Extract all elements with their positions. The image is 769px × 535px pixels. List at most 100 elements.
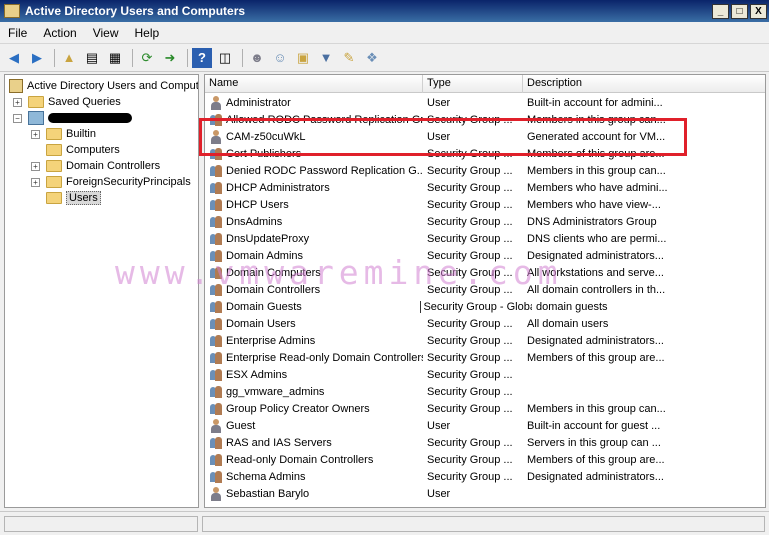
table-row[interactable]: DnsAdmins Security Group ... DNS Administr… <box>205 213 765 230</box>
table-row[interactable]: Read-only Domain Controllers Security Gro… <box>205 451 765 468</box>
table-row[interactable]: Domain Guests Security Group - Global doma… <box>205 298 765 315</box>
cell-type: Security Group ... <box>423 437 523 449</box>
back-icon[interactable]: ◀ <box>4 48 24 68</box>
tree-item-saved-queries[interactable]: + Saved Queries <box>13 94 121 110</box>
table-row[interactable]: RAS and IAS Servers Security Group ... Ser… <box>205 434 765 451</box>
table-row[interactable]: Group Policy Creator Owners Security Grou… <box>205 400 765 417</box>
expand-icon[interactable]: + <box>13 97 22 107</box>
table-row[interactable]: Enterprise Admins Security Group ... Desig… <box>205 332 765 349</box>
show-pane-icon[interactable]: ◫ <box>215 48 235 68</box>
cell-description: Members in this group can... <box>527 113 666 126</box>
cell-type: Security Group ... <box>423 233 523 245</box>
group-icon <box>209 266 223 280</box>
cell-name: RAS and IAS Servers <box>205 436 423 450</box>
row-type-label: Security Group ... <box>427 181 513 194</box>
table-row[interactable]: CAM-z50cuWkL User Generated account for VM… <box>205 128 765 145</box>
tree-item-domain-controllers[interactable]: + Domain Controllers <box>31 158 160 174</box>
console-tree-icon[interactable]: ▤ <box>82 48 102 68</box>
table-row[interactable]: Allowed RODC Password Replication Group S… <box>205 111 765 128</box>
menu-view[interactable]: View <box>85 26 127 40</box>
user-icon <box>209 486 223 501</box>
expand-icon[interactable]: + <box>31 161 40 171</box>
table-row[interactable]: Denied RODC Password Replication G... Sec… <box>205 162 765 179</box>
row-type-label: Security Group ... <box>427 283 513 296</box>
cell-description: All domain users <box>527 317 609 330</box>
group-icon <box>209 300 223 314</box>
expand-icon[interactable]: + <box>31 129 40 139</box>
minimize-button[interactable]: _ <box>712 3 729 19</box>
table-row[interactable]: Cert Publishers Security Group ... Members… <box>205 145 765 162</box>
tree-item-label: Saved Queries <box>48 96 121 108</box>
up-folder-icon[interactable]: ▲ <box>59 48 79 68</box>
menu-file[interactable]: File <box>0 26 35 40</box>
close-button[interactable]: X <box>750 3 767 19</box>
table-row[interactable]: Sebastian Barylo User <box>205 485 765 502</box>
forward-icon[interactable]: ▶ <box>27 48 47 68</box>
table-row[interactable]: Schema Admins Security Group ... Designate… <box>205 468 765 485</box>
folder-icon <box>46 128 62 140</box>
cell-type: Security Group ... <box>423 386 523 398</box>
tree-item-computers[interactable]: Computers <box>46 142 120 158</box>
folder-icon <box>28 96 44 108</box>
tree-item-domain[interactable]: − <box>13 110 132 126</box>
column-header-description[interactable]: Description <box>523 75 765 93</box>
cell-name: Cert Publishers <box>205 147 423 161</box>
row-type-label: Security Group ... <box>427 351 513 364</box>
table-row[interactable]: Domain Computers Security Group ... All wo… <box>205 264 765 281</box>
tree-item-foreign-security-principals[interactable]: + ForeignSecurityPrincipals <box>31 174 191 190</box>
table-row[interactable]: Administrator User Built-in account for ad… <box>205 94 765 111</box>
row-type-label: User <box>427 419 451 432</box>
console-tree[interactable]: Active Directory Users and Comput + Save… <box>4 74 199 508</box>
menu-help[interactable]: Help <box>127 26 168 40</box>
row-name-label: Domain Computers <box>226 266 321 279</box>
table-row[interactable]: DHCP Users Security Group ... Members who … <box>205 196 765 213</box>
tree-root[interactable]: Active Directory Users and Comput <box>9 78 198 94</box>
new-group-icon[interactable]: ☺ <box>270 48 290 68</box>
toolbar-separator <box>187 48 188 67</box>
help-icon[interactable]: ? <box>192 47 212 68</box>
table-row[interactable]: Domain Admins Security Group ... Designate… <box>205 247 765 264</box>
row-type-label: Security Group ... <box>427 402 513 415</box>
table-row[interactable]: Domain Controllers Security Group ... All … <box>205 281 765 298</box>
row-type-label: Security Group ... <box>427 164 513 177</box>
cell-type: Security Group ... <box>423 335 523 347</box>
add-to-group-icon[interactable]: ❖ <box>362 48 382 68</box>
find-icon[interactable]: ✎ <box>339 48 359 68</box>
cell-type: Security Group ... <box>423 352 523 364</box>
cell-name: Schema Admins <box>205 470 423 484</box>
new-ou-icon[interactable]: ▣ <box>293 48 313 68</box>
cell-description: All domain controllers in th... <box>527 283 666 296</box>
cell-name: Domain Controllers <box>205 283 423 297</box>
status-bar <box>0 511 769 535</box>
tree-item-label: ForeignSecurityPrincipals <box>66 176 191 188</box>
cell-description: DNS clients who are permi... <box>527 232 667 245</box>
table-row[interactable]: DnsUpdateProxy Security Group ... DNS clie… <box>205 230 765 247</box>
details-pane[interactable]: Name Type Description Administrator User B… <box>204 74 766 508</box>
table-row[interactable]: gg_vmware_admins Security Group ... <box>205 383 765 400</box>
table-row[interactable]: Guest User Built-in account for guest ... <box>205 417 765 434</box>
table-row[interactable]: Enterprise Read-only Domain Controllers S… <box>205 349 765 366</box>
tree-item-users[interactable]: Users <box>46 190 101 206</box>
row-name-label: DHCP Administrators <box>226 181 330 194</box>
column-header-type[interactable]: Type <box>423 75 523 93</box>
table-row[interactable]: Domain Users Security Group ... All domain… <box>205 315 765 332</box>
group-icon <box>209 249 223 263</box>
properties-icon[interactable]: ▦ <box>105 48 125 68</box>
refresh-icon[interactable]: ⟳ <box>137 48 157 68</box>
row-name-label: Schema Admins <box>226 470 306 483</box>
cell-type: User <box>423 488 523 500</box>
expand-icon[interactable]: + <box>31 177 40 187</box>
group-icon <box>209 232 223 246</box>
table-row[interactable]: ESX Admins Security Group ... <box>205 366 765 383</box>
table-row[interactable]: DHCP Administrators Security Group ... Mem… <box>205 179 765 196</box>
collapse-icon[interactable]: − <box>13 113 22 123</box>
column-header-name[interactable]: Name <box>205 75 423 93</box>
tree-item-builtin[interactable]: + Builtin <box>31 126 96 142</box>
group-icon <box>209 436 223 450</box>
new-user-icon[interactable]: ☻ <box>247 48 267 68</box>
export-list-icon[interactable]: ➜ <box>160 48 180 68</box>
filter-icon[interactable]: ▼ <box>316 48 336 68</box>
group-icon <box>209 147 223 161</box>
maximize-button[interactable]: □ <box>731 3 748 19</box>
menu-action[interactable]: Action <box>35 26 84 40</box>
